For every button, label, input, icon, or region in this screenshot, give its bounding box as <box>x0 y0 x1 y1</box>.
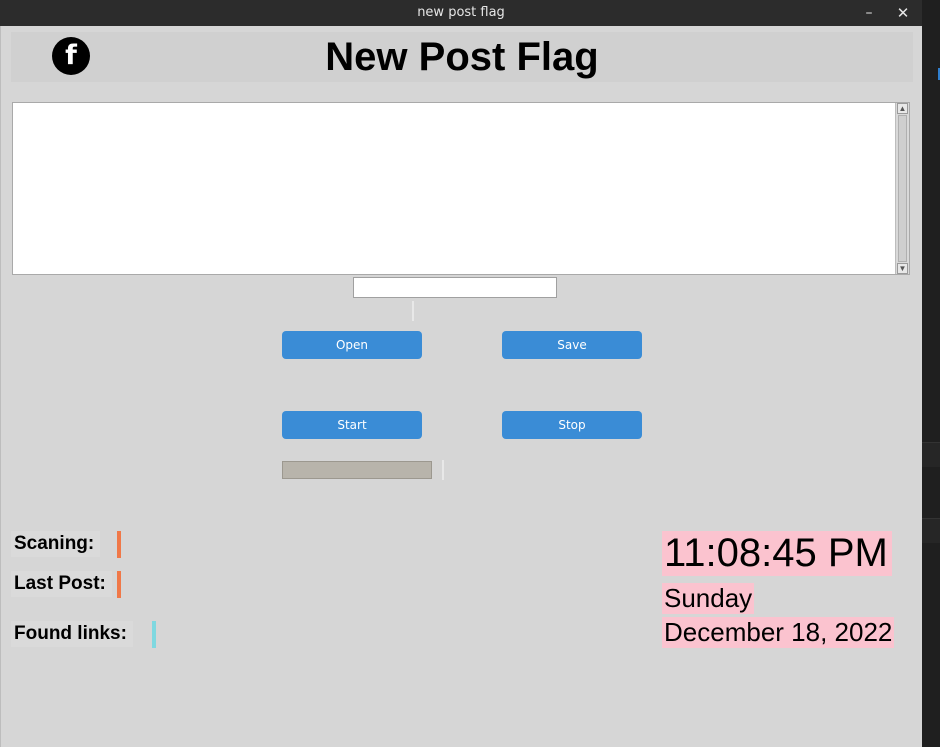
stop-button[interactable]: Stop <box>502 411 642 439</box>
window-title: new post flag <box>417 5 505 20</box>
background-panel-band <box>922 442 940 467</box>
clock-time: 11:08:45 PM <box>662 531 892 576</box>
header: f New Post Flag <box>11 32 913 82</box>
scanning-indicator <box>117 531 121 558</box>
clock-date: December 18, 2022 <box>662 617 895 648</box>
scrollbar-track[interactable] <box>898 115 907 262</box>
background-editor-strip <box>922 0 940 747</box>
app-window: f New Post Flag ▲ ▼ Open Save Start Stop… <box>0 26 922 747</box>
minimize-button[interactable]: – <box>858 3 880 23</box>
save-button[interactable]: Save <box>502 331 642 359</box>
progress-bar <box>282 461 432 479</box>
found-links-indicator <box>152 621 156 648</box>
title-bar: new post flag – ✕ <box>0 0 922 26</box>
separator <box>442 460 444 480</box>
minimize-icon: – <box>865 5 873 21</box>
scroll-up-icon[interactable]: ▲ <box>897 103 908 114</box>
post-text-area: ▲ ▼ <box>12 102 910 275</box>
page-title: New Post Flag <box>325 35 599 79</box>
close-button[interactable]: ✕ <box>892 3 914 23</box>
background-panel-band <box>922 518 940 543</box>
vertical-scrollbar[interactable]: ▲ ▼ <box>895 103 909 274</box>
scanning-label: Scaning: <box>11 531 101 557</box>
close-icon: ✕ <box>896 4 910 22</box>
post-text-input[interactable] <box>13 103 895 274</box>
last-post-label: Last Post: <box>11 571 112 597</box>
clock-day: Sunday <box>662 583 755 614</box>
scroll-down-icon[interactable]: ▼ <box>897 263 908 274</box>
last-post-indicator <box>117 571 121 598</box>
separator <box>412 301 414 321</box>
keyword-entry[interactable] <box>353 277 557 298</box>
start-button[interactable]: Start <box>282 411 422 439</box>
found-links-label: Found links: <box>11 621 133 647</box>
open-button[interactable]: Open <box>282 331 422 359</box>
